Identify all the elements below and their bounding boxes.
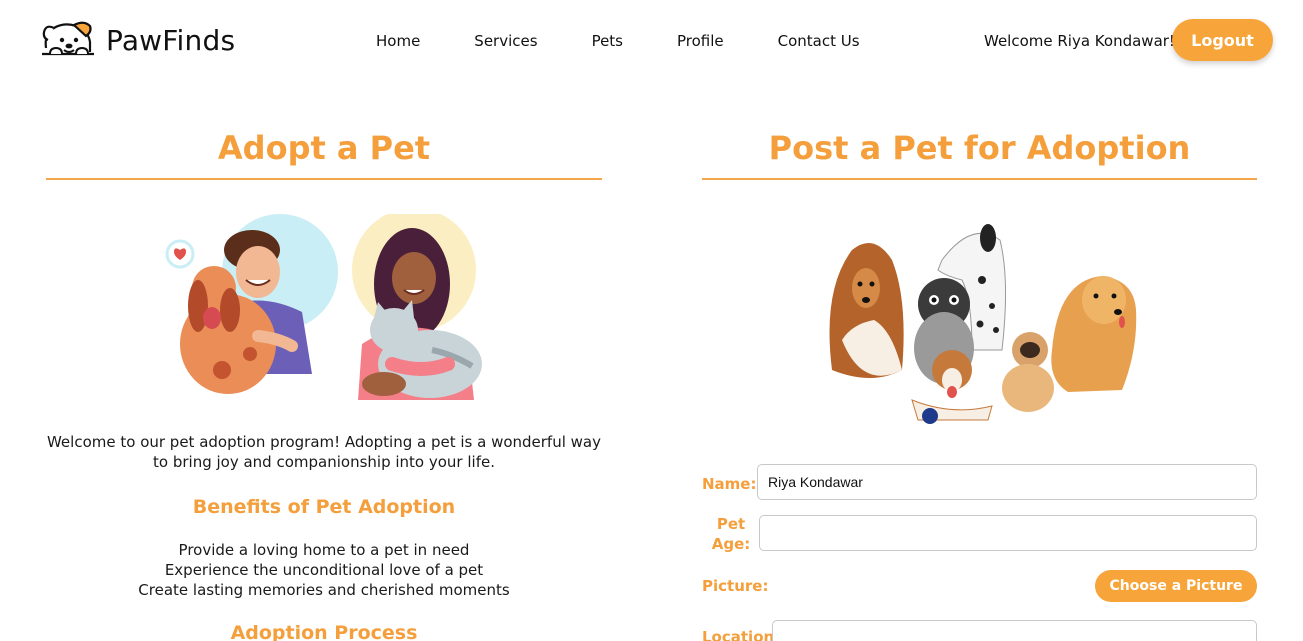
pet-age-input[interactable]	[759, 515, 1257, 551]
dog-peeking-logo-icon	[42, 21, 94, 56]
post-pet-title: Post a Pet for Adoption	[768, 129, 1191, 167]
list-item: Experience the unconditional love of a p…	[164, 561, 484, 579]
adopt-intro-text: Welcome to our pet adoption program! Ado…	[46, 433, 601, 471]
nav-profile[interactable]: Profile	[677, 32, 724, 50]
list-item: Provide a loving home to a pet in need	[178, 541, 470, 559]
name-input[interactable]	[757, 464, 1257, 500]
benefits-list: Provide a loving home to a pet in need E…	[46, 540, 602, 600]
brand-name: PawFinds	[106, 23, 236, 57]
location-label: Location:	[702, 628, 781, 641]
welcome-message: Welcome Riya Kondawar!	[984, 32, 1175, 50]
adopt-title: Adopt a Pet	[217, 129, 431, 167]
people-with-pets-illustration	[165, 214, 482, 400]
dogs-group-illustration	[829, 224, 1137, 424]
choose-picture-button[interactable]: Choose a Picture	[1095, 570, 1257, 602]
nav-home[interactable]: Home	[376, 32, 420, 50]
adopt-section: Adopt a Pet Welcome to our pet adoption …	[46, 118, 602, 641]
logout-button[interactable]: Logout	[1172, 19, 1273, 61]
name-label: Name:	[702, 475, 757, 493]
pet-age-label: Pet Age:	[711, 515, 751, 553]
brand-logo[interactable]: PawFinds	[40, 18, 235, 62]
nav-pets[interactable]: Pets	[592, 32, 623, 50]
post-pet-section: Post a Pet for Adoption Name: Riya Konda…	[702, 118, 1257, 641]
benefits-heading: Benefits of Pet Adoption	[192, 496, 456, 518]
nav-services[interactable]: Services	[474, 32, 537, 50]
picture-label: Picture:	[702, 577, 769, 595]
adoption-process-heading: Adoption Process	[230, 622, 418, 641]
post-pet-title-divider	[702, 178, 1257, 180]
nav-contact-us[interactable]: Contact Us	[778, 32, 860, 50]
list-item: Create lasting memories and cherished mo…	[138, 581, 510, 599]
location-input[interactable]	[772, 620, 1257, 641]
site-header: PawFinds Home Services Pets Profile Cont…	[0, 0, 1303, 84]
main-nav: Home Services Pets Profile Contact Us	[376, 32, 860, 50]
adopt-title-divider	[46, 178, 602, 180]
